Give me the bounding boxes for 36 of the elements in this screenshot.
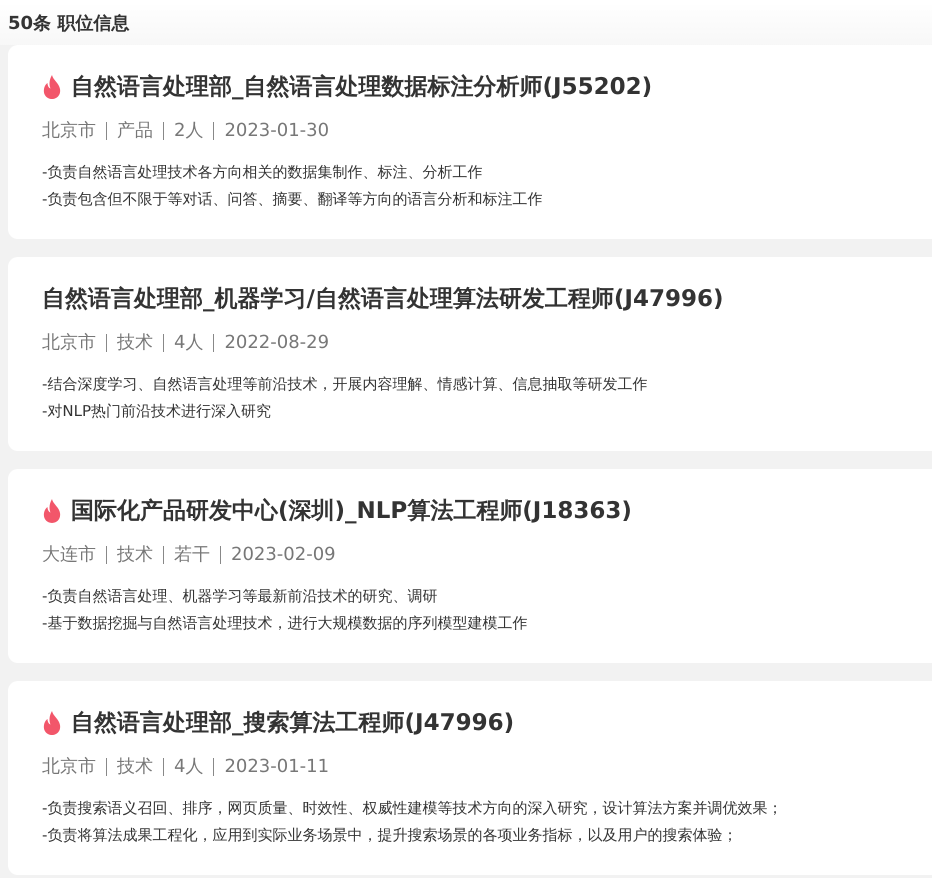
- job-meta: 产品: [117, 119, 153, 143]
- job-duty: -负责搜索语义召回、排序，网页质量、时效性、权威性建模等技术方向的深入研究，设计算法方案并调优效果；: [42, 798, 784, 819]
- job-duty: -负责包含但不限于等对话、问答、摘要、翻译等方向的语言分析和标注工作: [42, 189, 544, 210]
- results-heading: 50条 职位信息: [8, 13, 130, 34]
- job-title: 自然语言处理部_机器学习/自然语言处理算法研发工程师(J47996): [42, 285, 724, 314]
- job-meta: 2023-02-09: [231, 543, 336, 567]
- job-meta: 若干: [174, 543, 210, 567]
- job-meta: 技术: [117, 331, 153, 355]
- job-meta: 技术: [117, 543, 153, 567]
- job-title: 自然语言处理部_搜索算法工程师(J47996): [71, 709, 514, 738]
- job-meta: 2023-01-30: [224, 119, 330, 143]
- job-card[interactable]: 国际化产品研发中心(深圳)_NLP算法工程师(J18363) 大连市 技术 若干 2023-02-09 -负责自然语言处理、机器学习等最新前沿技术的研究、调研 -基于数据挖掘与自然语言处理技术，进行大规模数据的序列模型建模工作: [8, 469, 932, 663]
- flame-icon: [42, 711, 62, 735]
- job-meta: 大连市: [42, 543, 96, 567]
- job-card[interactable]: 自然语言处理部_搜索算法工程师(J47996) 北京市 技术 4人 2023-01-11 -负责搜索语义召回、排序，网页质量、时效性、权威性建模等技术方向的深入研究，设计算法方案并调优效果； -负责将算法成果工程化，应用到实际业务场景中，提升搜索场景的各项业务指标，以及用户的搜索体验；: [8, 681, 932, 875]
- job-meta: 4人: [174, 755, 204, 779]
- job-duty: -负责自然语言处理、机器学习等最新前沿技术的研究、调研: [42, 586, 438, 607]
- job-duty: -基于数据挖掘与自然语言处理技术，进行大规模数据的序列模型建模工作: [42, 613, 528, 634]
- job-meta: 2023-01-11: [224, 755, 330, 779]
- job-duty: -结合深度学习、自然语言处理等前沿技术，开展内容理解、情感计算、信息抽取等研发工作: [42, 374, 648, 395]
- job-title: 国际化产品研发中心(深圳)_NLP算法工程师(J18363): [71, 497, 632, 526]
- job-duty: -对NLP热门前沿技术进行深入研究: [42, 401, 272, 422]
- job-card[interactable]: 自然语言处理部_机器学习/自然语言处理算法研发工程师(J47996) 北京市 技术 4人 2022-08-29 -结合深度学习、自然语言处理等前沿技术，开展内容理解、情感计算、信息抽取等研发工作 -对NLP热门前沿技术进行深入研究: [8, 257, 932, 451]
- job-duty: -负责将算法成果工程化，应用到实际业务场景中，提升搜索场景的各项业务指标，以及用户的搜索体验；: [42, 825, 738, 846]
- job-meta: 技术: [117, 755, 153, 779]
- job-meta: 北京市: [42, 331, 96, 355]
- flame-icon: [42, 75, 62, 99]
- job-meta: 北京市: [42, 119, 96, 143]
- job-title: 自然语言处理部_自然语言处理数据标注分析师(J55202): [71, 73, 652, 102]
- job-meta: 2022-08-29: [224, 331, 330, 355]
- job-meta: 4人: [174, 331, 204, 355]
- job-duty: -负责自然语言处理技术各方向相关的数据集制作、标注、分析工作: [42, 162, 484, 183]
- job-meta: 2人: [174, 119, 204, 143]
- job-card[interactable]: 自然语言处理部_自然语言处理数据标注分析师(J55202) 北京市 产品 2人 2023-01-30 -负责自然语言处理技术各方向相关的数据集制作、标注、分析工作 -负责包含但不限于等对话、问答、摘要、翻译等方向的语言分析和标注工作: [8, 45, 932, 239]
- flame-icon: [42, 499, 62, 523]
- job-meta: 北京市: [42, 755, 96, 779]
